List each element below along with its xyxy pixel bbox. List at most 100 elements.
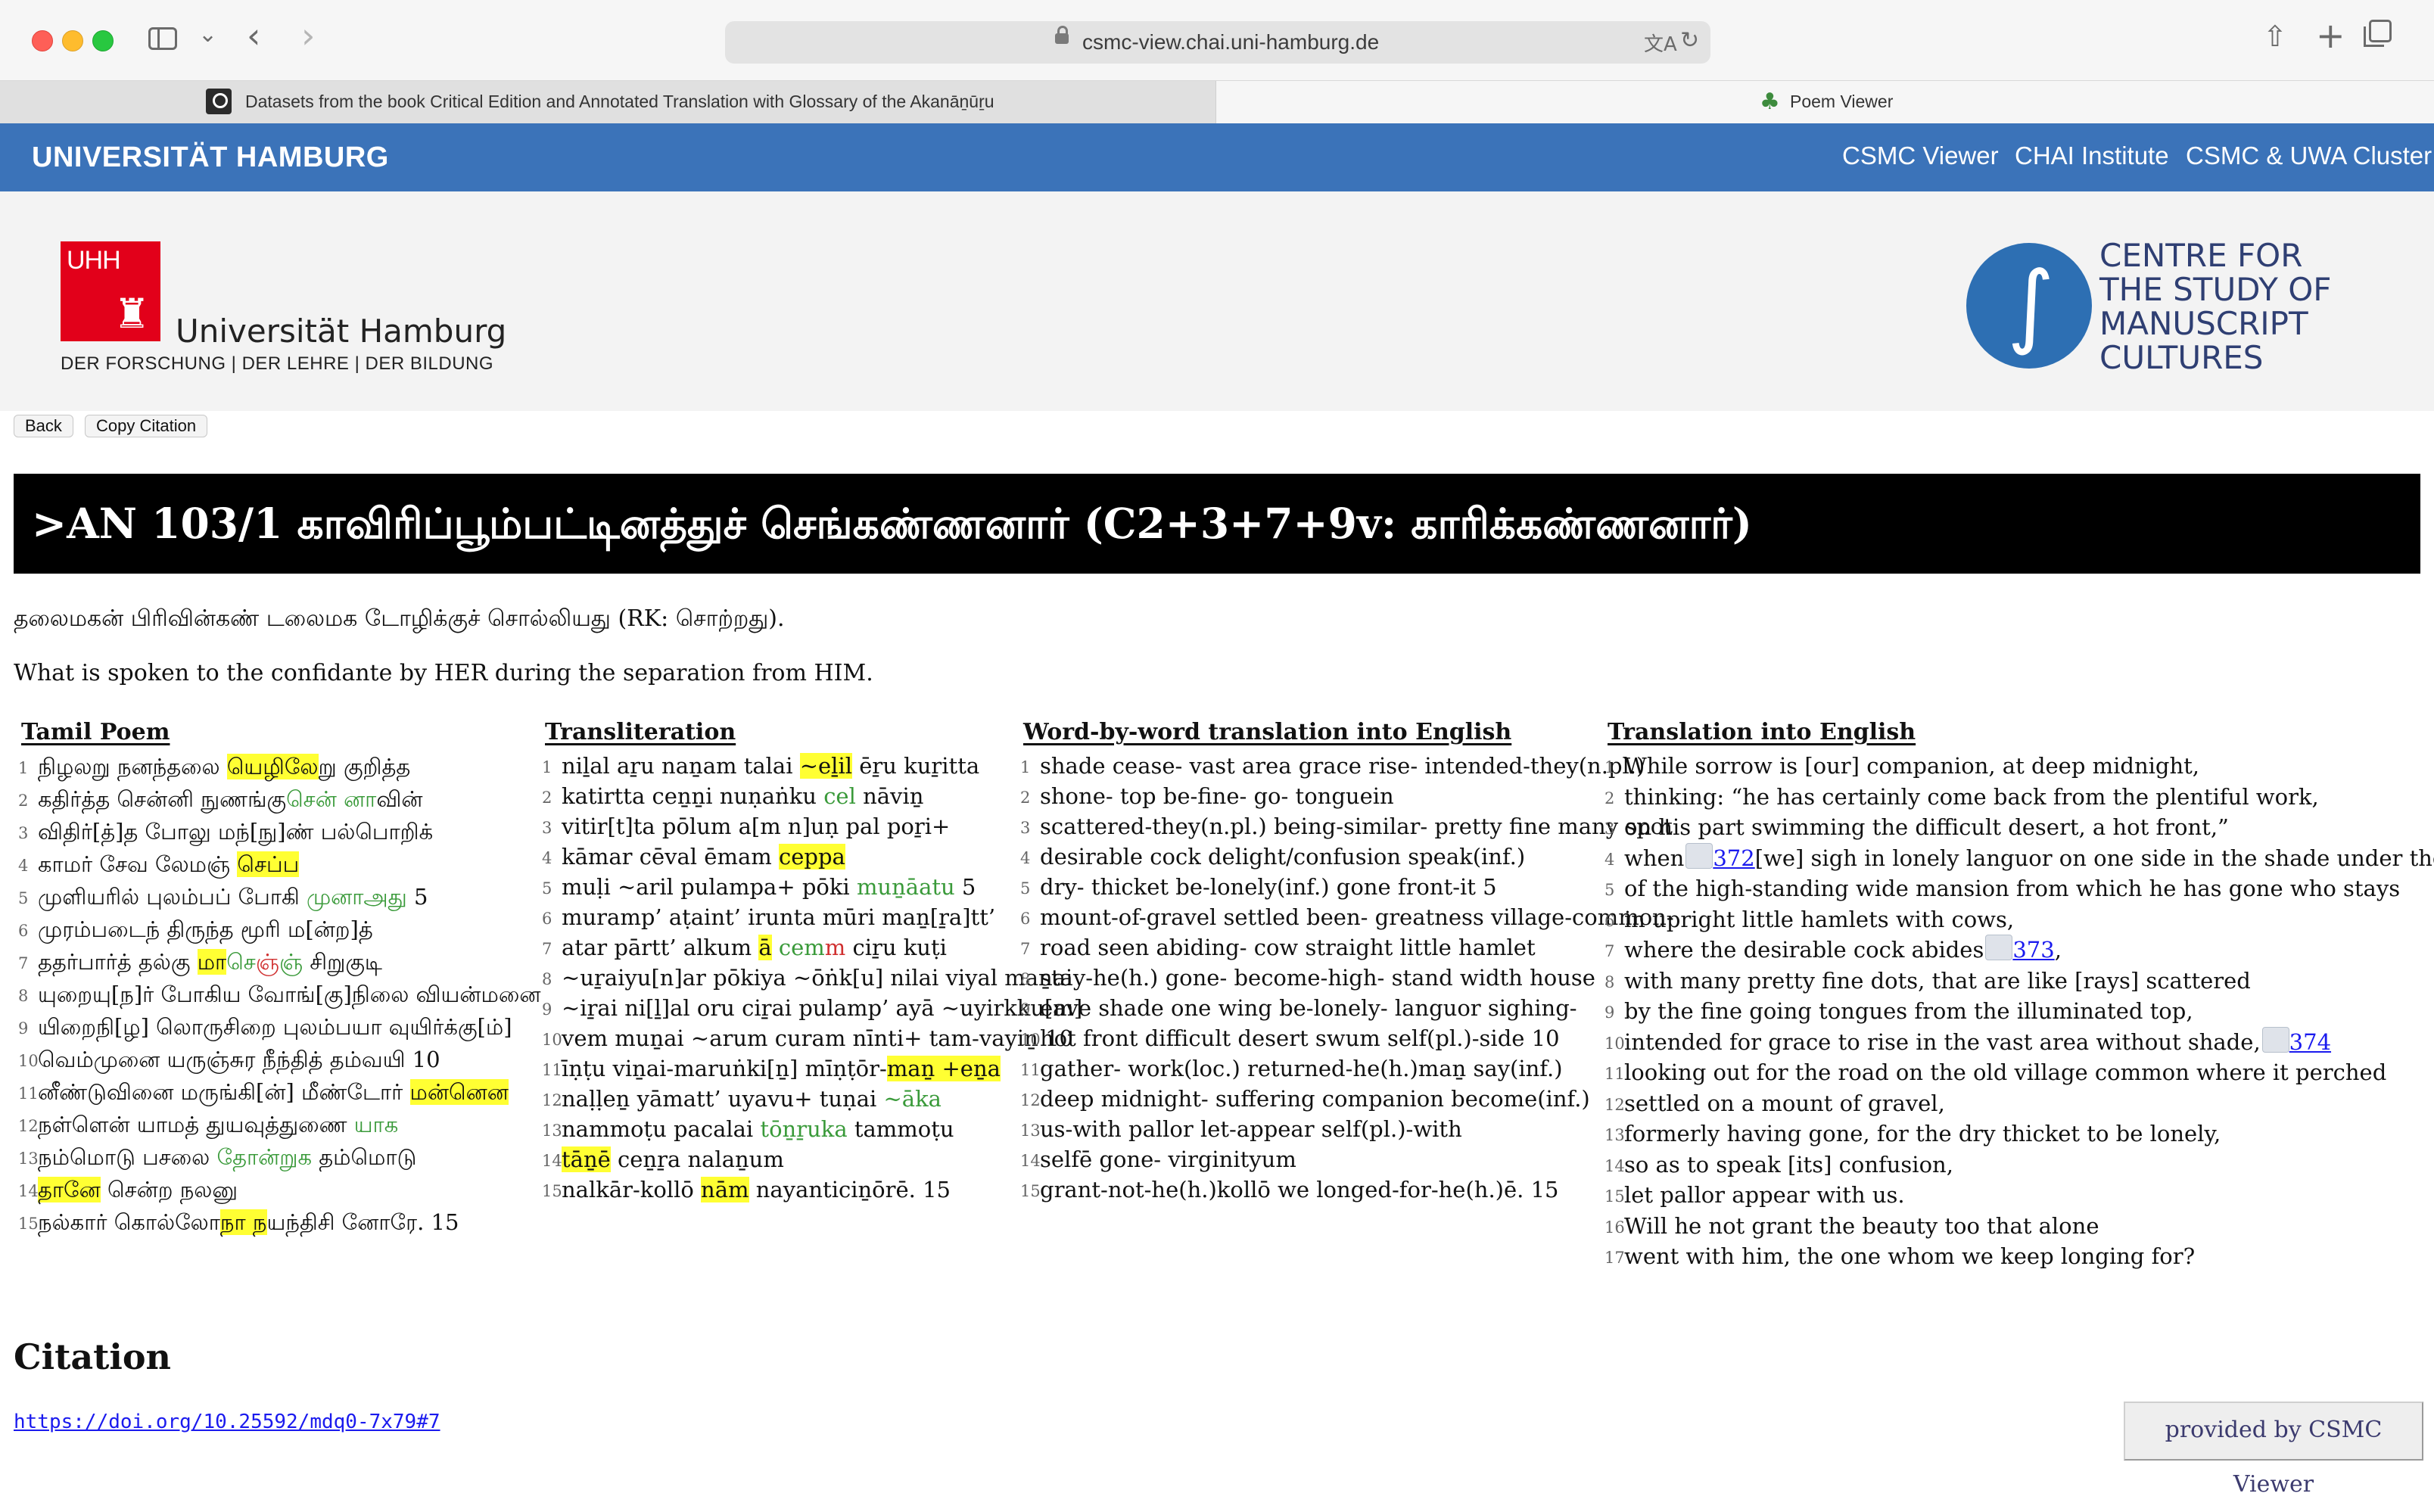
line-number: 3 <box>1605 820 1615 838</box>
transliteration-column: 1 niḻal aṟu naṉam talai ~eḻil ēṟu kuṟitta… <box>542 751 1082 1205</box>
poem-line: 2 katirtta ceṉṉi nuṇaṅku cel nāviṉ <box>542 781 1082 811</box>
highlighted-word: மா <box>197 949 227 975</box>
poem-line: 14tāṉē ceṉṟa nalaṉum <box>542 1144 1082 1174</box>
poem-line: 6 முரம்படைந் திருந்த மூரி ம[ன்ற]த் <box>18 913 540 946</box>
share-icon[interactable]: ⇧ <box>2263 20 2287 53</box>
line-number: 10 <box>1605 1034 1625 1053</box>
line-number: 8 <box>1605 972 1615 991</box>
back-button[interactable]: Back <box>14 415 73 437</box>
line-text: முரம்படைந் திருந்த மூரி ம[ன்ற]த் <box>38 916 373 942</box>
line-number: 5 <box>1605 881 1615 899</box>
poem-line: 9 eave shade one wing be-lonely- languor … <box>1020 993 1674 1023</box>
url-text[interactable]: csmc-view.chai.uni-hamburg.de <box>1082 30 1379 54</box>
line-number: 3 <box>1020 819 1031 837</box>
line-text: 5 <box>406 884 428 910</box>
poem-line: 13formerly having gone, for the dry thic… <box>1605 1118 2434 1150</box>
uhh-logo[interactable]: UHH ♜ <box>61 241 160 341</box>
poem-line: 6 in upright little hamlets with cows, <box>1605 904 2434 935</box>
line-number: 1 <box>1020 758 1031 776</box>
tab-datasets[interactable]: Datasets from the book Critical Edition … <box>0 81 1216 123</box>
line-text: of the high-standing wide mansion from w… <box>1624 876 2401 901</box>
footnote-icon[interactable] <box>2261 1026 2289 1053</box>
poem-line: 15let pallor appear with us. <box>1605 1180 2434 1211</box>
line-text: thinking: “he has certainly come back fr… <box>1624 783 2319 810</box>
colored-word: muṉāatu <box>856 874 955 900</box>
poem-line: 15நல்கார் கொல்லோநா நயந்திசி னோரே. 15 <box>18 1206 540 1239</box>
line-text: ceṉṟa nalaṉum <box>610 1146 784 1172</box>
copy-citation-button[interactable]: Copy Citation <box>85 415 208 437</box>
highlighted-word: ceppa <box>778 844 845 870</box>
line-text: formerly having gone, for the dry thicke… <box>1624 1121 2221 1146</box>
line-text: deep midnight- suffering companion becom… <box>1040 1086 1590 1112</box>
reload-icon[interactable]: ↻ <box>1680 27 1699 54</box>
line-number: 17 <box>1605 1249 1625 1267</box>
csmc-logo[interactable]: ∫ <box>1966 243 2092 369</box>
highlighted-word: யெழிலே <box>226 754 319 779</box>
poem-line: 12deep midnight- suffering companion bec… <box>1020 1084 1674 1114</box>
line-text: road seen abiding- cow straight little h… <box>1040 935 1536 960</box>
close-window-button[interactable] <box>32 30 53 51</box>
colophon-english: What is spoken to the confidante by HER … <box>14 660 873 686</box>
tab-overview-icon[interactable] <box>2364 20 2392 47</box>
forward-arrow-icon[interactable]: › <box>301 15 315 56</box>
line-number: 4 <box>1605 850 1615 869</box>
line-text: katirtta ceṉṉi nuṇaṅku <box>562 783 824 809</box>
poem-line: 6 muramp’ aṭaint’ irunta mūri maṉ[ṟa]tt’ <box>542 902 1082 932</box>
chevron-down-icon[interactable]: ⌄ <box>198 21 217 48</box>
colored-word: cel <box>823 783 856 809</box>
poem-line: 12நள்ளென் யாமத் துயவுத்துணை யாக <box>18 1109 540 1141</box>
nav-csmc-viewer[interactable]: CSMC Viewer <box>1842 142 1999 170</box>
line-text: muḷi ~aril pulampa+ pōki <box>562 874 857 900</box>
poem-line: 6 mount-of-gravel settled been- greatness… <box>1020 902 1674 932</box>
highlighted-word: maṉ +eṉa <box>886 1056 1001 1081</box>
line-text: nāviṉ <box>855 783 924 809</box>
line-number: 6 <box>542 910 552 928</box>
address-bar[interactable]: csmc-view.chai.uni-hamburg.de 文A ↻ <box>725 21 1710 64</box>
line-number: 2 <box>18 792 29 810</box>
line-text: [we] sigh in lonely languor on one side … <box>1754 845 2434 871</box>
poem-line: 7 atar pārtt’ alkum ā cemm ciṟu kuṭi <box>542 932 1082 963</box>
line-number: 3 <box>542 819 552 837</box>
line-text: atar pārtt’ alkum <box>562 935 759 960</box>
poem-line: 9 by the fine going tongues from the illu… <box>1605 996 2434 1027</box>
site-brand[interactable]: UNIVERSITÄT HAMBURG <box>32 142 389 174</box>
colored-word: சென் னா <box>286 786 377 812</box>
poem-line: 12naḷḷeṉ yāmatt’ uyavu+ tuṇai ~āka <box>542 1084 1082 1114</box>
translate-icon[interactable]: 文A <box>1644 29 1677 57</box>
footnote-icon[interactable] <box>1685 842 1713 869</box>
line-number: 10 <box>18 1052 39 1070</box>
doi-link[interactable]: https://doi.org/10.25592/mdq0-7x79#7 <box>14 1411 440 1433</box>
line-number: 2 <box>542 789 552 807</box>
provided-by-badge[interactable]: provided by CSMC Viewer <box>2124 1402 2423 1498</box>
line-number: 7 <box>1605 942 1615 960</box>
footnote-link[interactable]: 374 <box>2289 1029 2331 1055</box>
footnote-link[interactable]: 373 <box>2012 937 2054 963</box>
nav-chai-institute[interactable]: CHAI Institute <box>2015 142 2169 170</box>
line-text: īṇṭu viṉai-maruṅki[ṉ] mīṇṭōr- <box>562 1056 887 1081</box>
line-text: looking out for the road on the old vill… <box>1624 1059 2387 1085</box>
back-arrow-icon[interactable]: ‹ <box>247 15 260 56</box>
line-text: muramp’ aṭaint’ irunta mūri maṉ[ṟa]tt’ <box>562 904 996 930</box>
footnote-icon[interactable] <box>1985 935 2013 960</box>
poem-line: 4 காமர் சேவ லேமஞ் செப்ப <box>18 848 540 881</box>
colored-word: tōṉṟuka <box>760 1116 848 1142</box>
footnote-link[interactable]: 372 <box>1713 845 1754 871</box>
poem-line: 3 scattered-they(n.pl.) being-similar- pr… <box>1020 811 1674 842</box>
line-text: nayanticiṉōrē. 15 <box>749 1177 951 1202</box>
nav-csmc-uwa-cluster[interactable]: CSMC & UWA Cluster <box>2186 142 2432 170</box>
line-number: 5 <box>542 879 552 898</box>
poem-line: 2 thinking: “he has certainly come back f… <box>1605 782 2434 813</box>
new-tab-icon[interactable]: + <box>2316 15 2345 56</box>
browser-chrome: ⌄ ‹ › csmc-view.chai.uni-hamburg.de 文A ↻… <box>0 0 2434 123</box>
tab-label: Poem Viewer <box>1790 92 1894 111</box>
poem-line: 11looking out for the road on the old vi… <box>1605 1057 2434 1088</box>
tamil-poem-column: 1 நிழலறு நனந்தலை யெழிலேறு குறித்த 2 கதிர்த்… <box>18 751 540 1239</box>
poem-line: 8 stay-he(h.) gone- become-high- stand wi… <box>1020 963 1674 993</box>
zoom-window-button[interactable] <box>92 30 114 51</box>
colored-word: செ <box>226 949 256 975</box>
sidebar-toggle-icon[interactable] <box>148 27 177 50</box>
minimize-window-button[interactable] <box>62 30 83 51</box>
title-bar: ⌄ ‹ › csmc-view.chai.uni-hamburg.de 文A ↻… <box>0 0 2434 81</box>
heading-transliteration: Transliteration <box>545 719 736 745</box>
tab-poem-viewer[interactable]: ♣ Poem Viewer <box>1216 81 2434 123</box>
